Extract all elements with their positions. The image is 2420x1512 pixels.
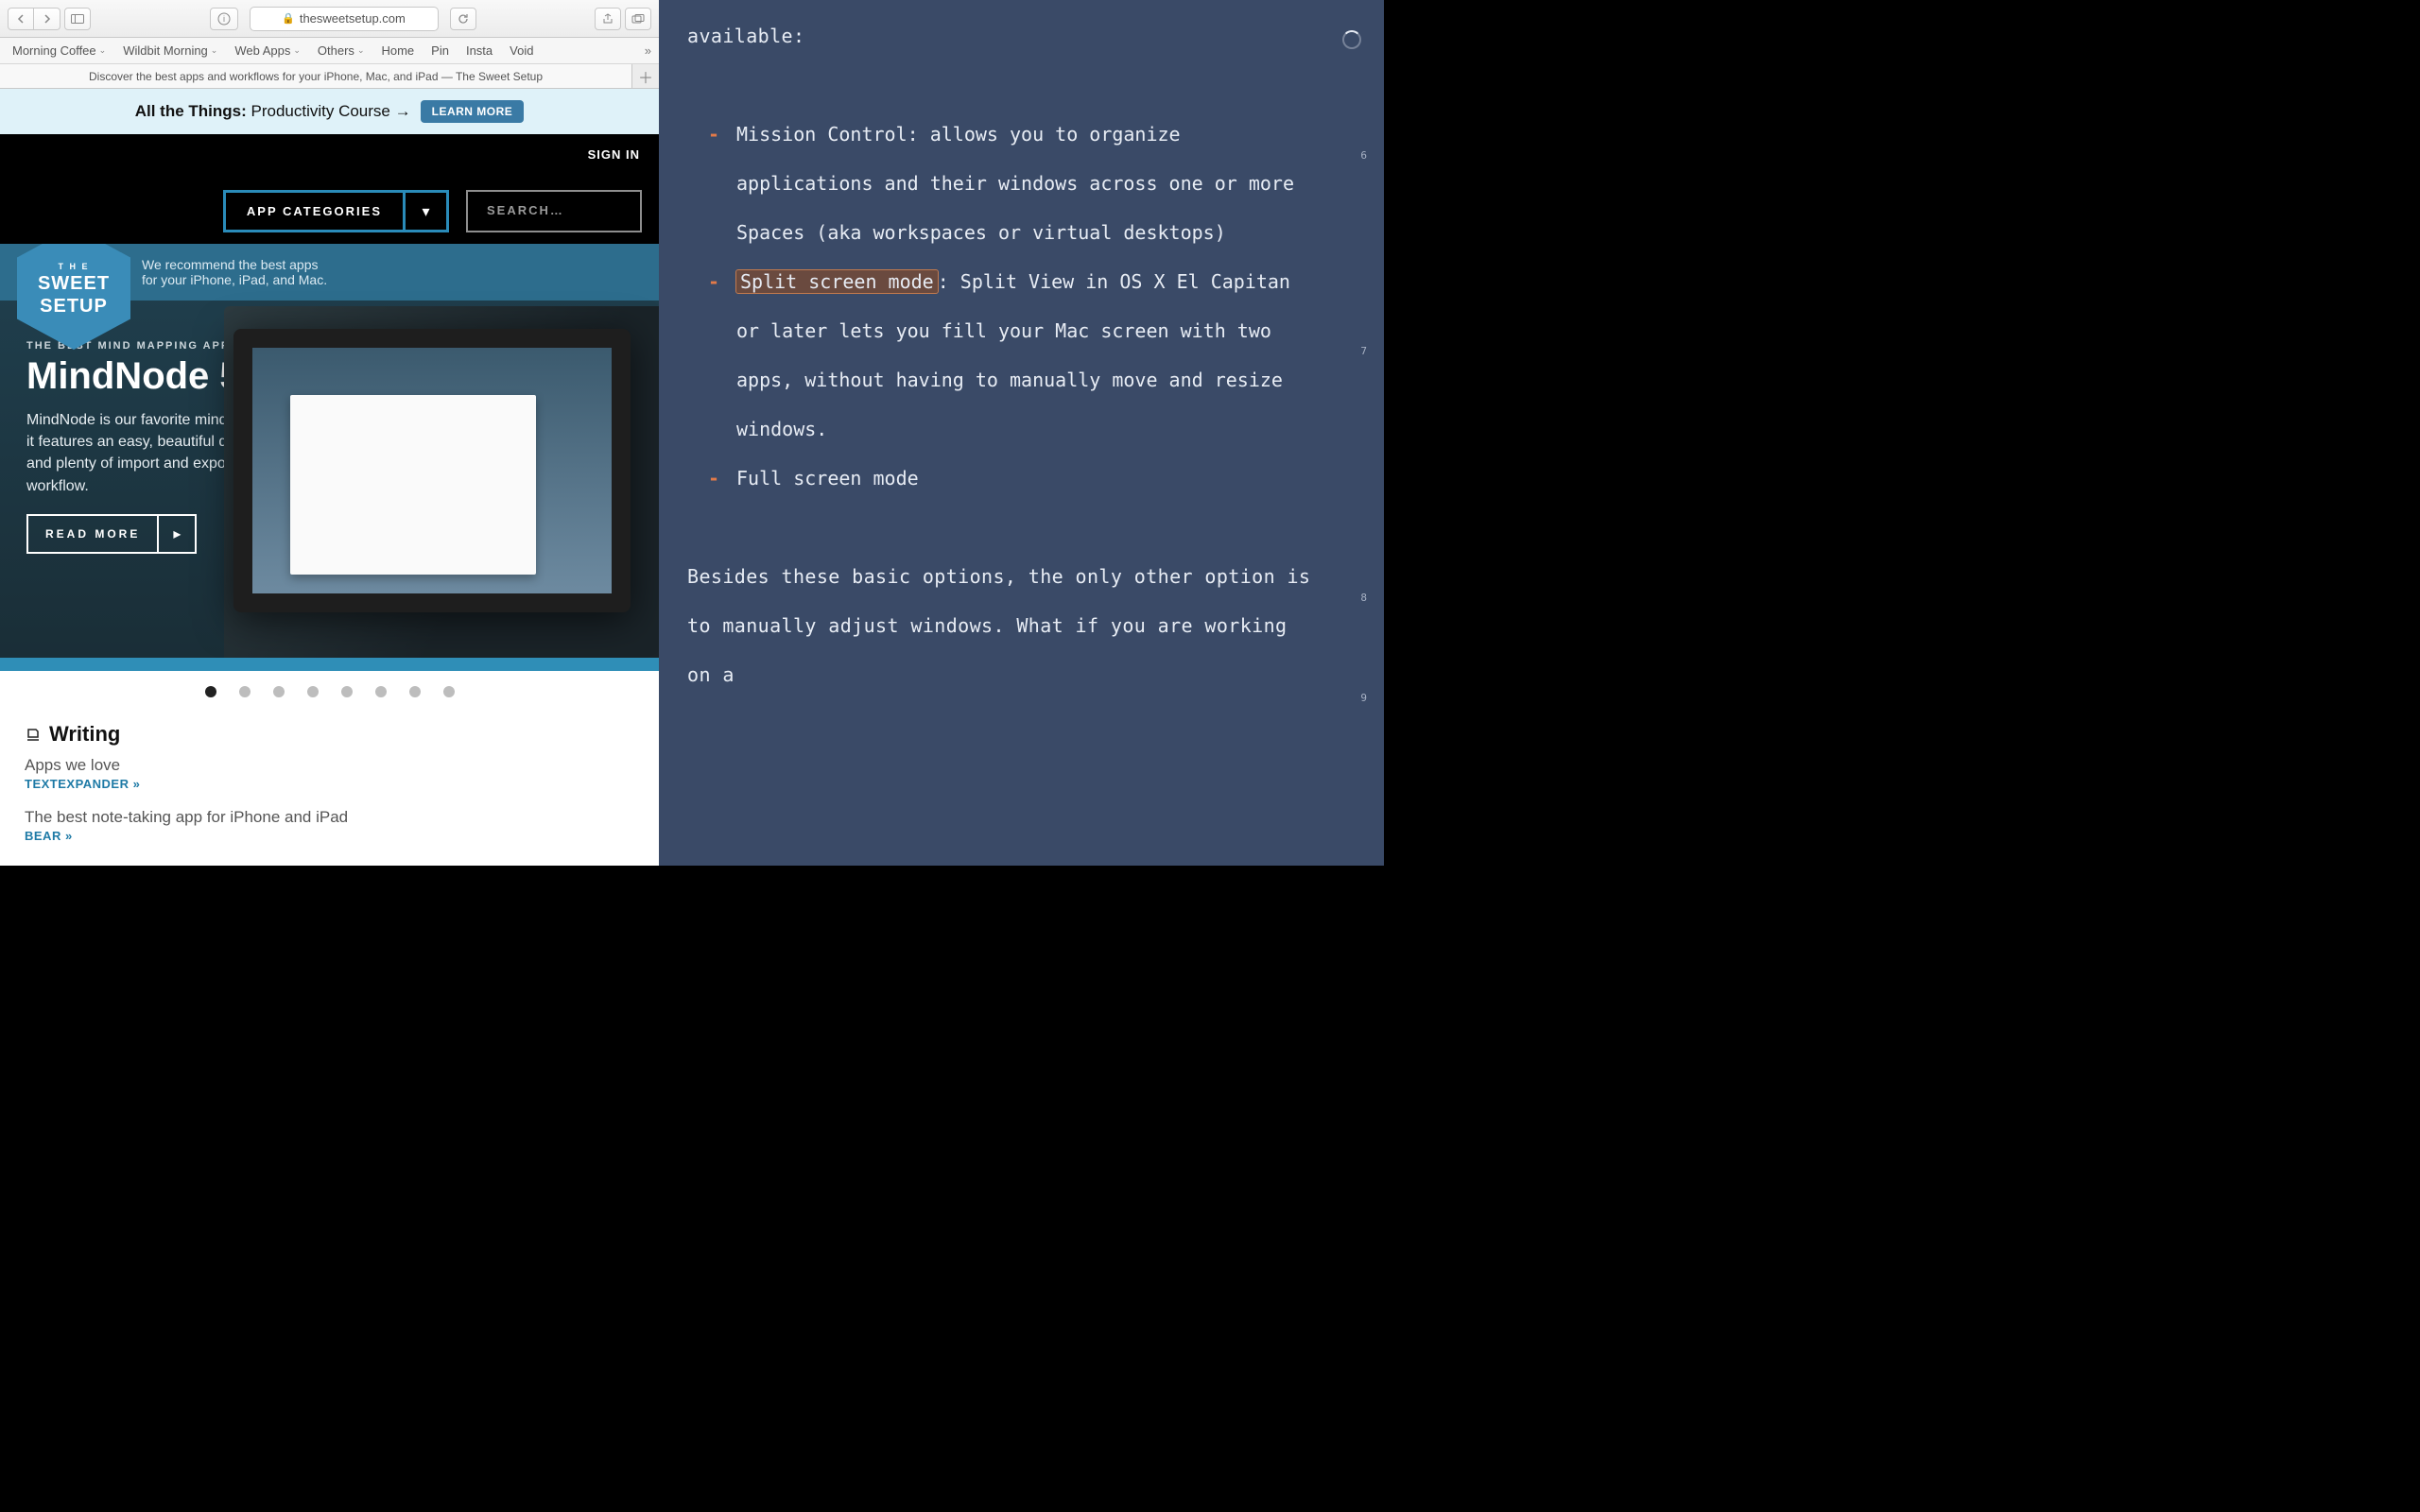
- edit-icon: [25, 726, 42, 743]
- bookmark-link[interactable]: Pin: [426, 42, 454, 60]
- chevron-down-icon: ▾: [406, 190, 449, 232]
- read-more-button[interactable]: READ MORE ▸: [26, 514, 197, 554]
- back-button[interactable]: [8, 8, 34, 30]
- safari-toolbar: i 🔒 thesweetsetup.com: [0, 0, 659, 38]
- loading-spinner-icon: [1342, 30, 1361, 49]
- promo-banner: All the Things: Productivity Course → LE…: [0, 89, 659, 134]
- carousel-dot[interactable]: [205, 686, 216, 697]
- carousel-dot[interactable]: [443, 686, 455, 697]
- forward-button[interactable]: [34, 8, 60, 30]
- list-item: Mission Control: allows you to organize …: [708, 110, 1318, 257]
- chevron-down-icon: ⌄: [99, 45, 107, 56]
- bookmarks-bar: Morning Coffee⌄ Wildbit Morning⌄ Web App…: [0, 38, 659, 64]
- share-button[interactable]: [595, 8, 621, 30]
- section-subhead: The best note-taking app for iPhone and …: [25, 808, 634, 827]
- web-content: All the Things: Productivity Course → LE…: [0, 89, 659, 866]
- site-search-input[interactable]: SEARCH…: [466, 190, 642, 232]
- hero-carousel: We recommend the best apps for your iPho…: [0, 244, 659, 658]
- active-tab[interactable]: Discover the best apps and workflows for…: [0, 64, 632, 88]
- divider-strip: [0, 658, 659, 671]
- bookmark-link[interactable]: Void: [505, 42, 538, 60]
- app-link-textexpander[interactable]: TEXTEXPANDER »: [25, 777, 634, 791]
- bookmark-folder[interactable]: Wildbit Morning⌄: [118, 42, 222, 60]
- section-subhead: Apps we love: [25, 756, 634, 775]
- privacy-report-button[interactable]: i: [210, 8, 238, 30]
- url-text: thesweetsetup.com: [300, 11, 406, 26]
- learn-more-button[interactable]: LEARN MORE: [421, 100, 525, 123]
- bookmark-link[interactable]: Home: [376, 42, 419, 60]
- carousel-dot[interactable]: [239, 686, 251, 697]
- new-tab-button[interactable]: ＋: [632, 64, 659, 88]
- markdown-editor[interactable]: a bit of a pain. In macOS, you have seve…: [659, 0, 1384, 866]
- line-number: 7: [1360, 345, 1367, 357]
- svg-text:i: i: [223, 14, 225, 24]
- hero-image-window: [290, 395, 536, 575]
- tabs-button[interactable]: [625, 8, 651, 30]
- safari-window: i 🔒 thesweetsetup.com Morning Coffee⌄ Wi…: [0, 0, 659, 866]
- app-categories-dropdown[interactable]: APP CATEGORIES ▾: [223, 190, 449, 232]
- section-heading: Writing: [49, 722, 120, 747]
- bookmark-folder[interactable]: Others⌄: [313, 42, 370, 60]
- sign-in-link[interactable]: SIGN IN: [588, 147, 640, 162]
- line-number: 8: [1360, 592, 1367, 604]
- editor-list: Mission Control: allows you to organize …: [708, 110, 1318, 503]
- editor-paragraph: Besides these basic options, the only ot…: [687, 552, 1318, 699]
- carousel-dot[interactable]: [341, 686, 353, 697]
- bookmark-link[interactable]: Insta: [461, 42, 497, 60]
- bookmarks-overflow[interactable]: »: [645, 43, 651, 58]
- lock-icon: 🔒: [282, 12, 295, 25]
- tab-bar: Discover the best apps and workflows for…: [0, 64, 659, 89]
- carousel-dot[interactable]: [273, 686, 285, 697]
- highlighted-text: Split screen mode: [736, 270, 938, 293]
- carousel-dot[interactable]: [307, 686, 319, 697]
- bookmark-folder[interactable]: Morning Coffee⌄: [8, 42, 111, 60]
- sidebar-button[interactable]: [64, 8, 91, 30]
- address-bar[interactable]: 🔒 thesweetsetup.com: [250, 7, 439, 31]
- site-header: SIGN IN APP CATEGORIES ▾ SEARCH…: [0, 134, 659, 244]
- app-link-bear[interactable]: BEAR »: [25, 829, 634, 843]
- chevron-down-icon: ⌄: [357, 45, 365, 56]
- carousel-dot[interactable]: [409, 686, 421, 697]
- editor-paragraph: a bit of a pain. In macOS, you have seve…: [687, 0, 1318, 60]
- site-logo[interactable]: T H E SWEET SETUP: [17, 244, 130, 350]
- line-number: 6: [1360, 149, 1367, 162]
- bookmark-folder[interactable]: Web Apps⌄: [230, 42, 305, 60]
- chevron-down-icon: ⌄: [293, 45, 301, 56]
- play-icon: ▸: [157, 516, 195, 552]
- carousel-dot[interactable]: [375, 686, 387, 697]
- chevron-down-icon: ⌄: [211, 45, 218, 56]
- list-item: Split screen mode: Split View in OS X El…: [708, 257, 1318, 454]
- line-number: 9: [1360, 692, 1367, 704]
- writing-section: Writing Apps we love TEXTEXPANDER » The …: [0, 713, 659, 843]
- list-item: Full screen mode: [708, 454, 1318, 503]
- reload-button[interactable]: [450, 8, 476, 30]
- carousel-dots: [0, 671, 659, 713]
